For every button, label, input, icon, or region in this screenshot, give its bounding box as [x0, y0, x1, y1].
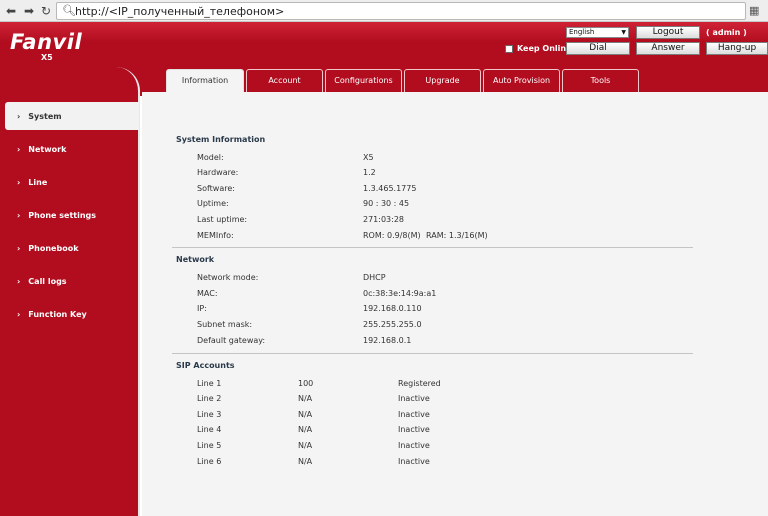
- sip-line: Line 5: [197, 441, 222, 450]
- section-title-system-information: System Information: [176, 135, 266, 144]
- divider: [172, 247, 693, 248]
- tab-upgrade[interactable]: Upgrade: [404, 69, 481, 92]
- info-value: DHCP: [363, 273, 386, 282]
- search-icon: 🔍︎: [62, 4, 76, 17]
- tab-tools[interactable]: Tools: [562, 69, 639, 92]
- info-value: 192.168.0.110: [363, 304, 422, 313]
- logout-button[interactable]: Logout: [636, 26, 700, 39]
- info-label: MAC:: [197, 289, 218, 298]
- sidebar-item-label: Line: [28, 177, 48, 187]
- info-label: Uptime:: [197, 199, 229, 208]
- info-value-rom: ROM: 0.9/8(M): [363, 231, 421, 240]
- sidebar-item-system[interactable]: › System: [5, 102, 139, 130]
- info-label: IP:: [197, 304, 207, 313]
- sip-status: Inactive: [398, 410, 430, 419]
- info-value: 255.255.255.0: [363, 320, 422, 329]
- sidebar-item-phonebook[interactable]: › Phonebook: [0, 234, 138, 262]
- keep-online-label: Keep Online: [517, 44, 572, 53]
- info-value: 0c:38:3e:14:9a:a1: [363, 289, 437, 298]
- info-value: 271:03:28: [363, 215, 405, 224]
- info-value: 90 : 30 : 45: [363, 199, 410, 208]
- chevron-right-icon: ›: [17, 177, 21, 187]
- sidebar-item-line[interactable]: › Line: [0, 168, 138, 196]
- chevron-right-icon: ›: [17, 111, 21, 121]
- url-text: http://<IP_полученный_телефоном>: [75, 5, 285, 18]
- keep-online-checkbox[interactable]: [505, 44, 513, 53]
- sip-status: Inactive: [398, 394, 430, 403]
- info-label: MEMInfo:: [197, 231, 234, 240]
- content-panel: [142, 92, 768, 516]
- info-value: 1.3.465.1775: [363, 184, 417, 193]
- info-value-ram: RAM: 1.3/16(M): [426, 231, 488, 240]
- sidebar-item-label: Network: [28, 144, 67, 154]
- chevron-right-icon: ›: [17, 276, 21, 286]
- chevron-right-icon: ›: [17, 309, 21, 319]
- dial-button[interactable]: Dial: [566, 42, 630, 55]
- sip-line: Line 6: [197, 457, 222, 466]
- sidebar-item-label: Call logs: [28, 276, 67, 286]
- answer-button[interactable]: Answer: [636, 42, 700, 55]
- keep-online-toggle[interactable]: Keep Online: [505, 44, 572, 53]
- chevron-right-icon: ›: [17, 210, 21, 220]
- sip-number: N/A: [298, 441, 313, 450]
- info-label: Default gateway:: [197, 336, 266, 345]
- sip-number: N/A: [298, 410, 313, 419]
- browser-toolbar: ⬅ ➡ ↻ 🔍︎ http://<IP_полученный_телефоном…: [0, 0, 768, 22]
- back-icon[interactable]: ⬅: [4, 4, 18, 18]
- sip-number: N/A: [298, 394, 313, 403]
- sip-line: Line 1: [197, 379, 222, 388]
- sip-status: Inactive: [398, 457, 430, 466]
- sidebar: › System › Network › Line › Phone settin…: [0, 67, 140, 516]
- info-label: Model:: [197, 153, 224, 162]
- sip-status: Inactive: [398, 441, 430, 450]
- sip-number: N/A: [298, 457, 313, 466]
- sidebar-item-label: Function Key: [28, 309, 87, 319]
- brand-logo: Fanvil: [10, 30, 83, 54]
- language-select[interactable]: English ▼: [566, 27, 629, 38]
- info-label: Subnet mask:: [197, 320, 253, 329]
- forward-icon[interactable]: ➡: [22, 4, 36, 18]
- tab-information[interactable]: Information: [166, 69, 244, 92]
- sidebar-item-network[interactable]: › Network: [0, 135, 138, 163]
- page-menu-icon[interactable]: ▦: [749, 4, 763, 18]
- info-label: Hardware:: [197, 168, 239, 177]
- sip-status: Registered: [398, 379, 441, 388]
- section-title-network: Network: [176, 255, 215, 264]
- current-user: ( admin ): [706, 28, 747, 37]
- reload-icon[interactable]: ↻: [39, 4, 53, 18]
- sip-line: Line 3: [197, 410, 222, 419]
- chevron-down-icon: ▼: [621, 29, 626, 36]
- sip-line: Line 4: [197, 425, 222, 434]
- sidebar-item-label: System: [28, 111, 62, 121]
- language-value: English: [569, 28, 595, 36]
- sip-line: Line 2: [197, 394, 222, 403]
- info-label: Network mode:: [197, 273, 259, 282]
- info-value: 1.2: [363, 168, 376, 177]
- tab-configurations[interactable]: Configurations: [325, 69, 402, 92]
- section-title-sip-accounts: SIP Accounts: [176, 361, 235, 370]
- hangup-button[interactable]: Hang-up: [706, 42, 768, 55]
- info-value: X5: [363, 153, 374, 162]
- sidebar-item-phone-settings[interactable]: › Phone settings: [0, 201, 138, 229]
- tab-auto-provision[interactable]: Auto Provision: [483, 69, 560, 92]
- address-bar[interactable]: 🔍︎ http://<IP_полученный_телефоном>: [56, 2, 746, 20]
- info-label: Software:: [197, 184, 235, 193]
- sidebar-item-function-key[interactable]: › Function Key: [0, 300, 138, 328]
- sip-number: N/A: [298, 425, 313, 434]
- sidebar-item-label: Phone settings: [28, 210, 97, 220]
- info-value: 192.168.0.1: [363, 336, 412, 345]
- sip-status: Inactive: [398, 425, 430, 434]
- info-label: Last uptime:: [197, 215, 248, 224]
- chevron-right-icon: ›: [17, 144, 21, 154]
- sidebar-item-call-logs[interactable]: › Call logs: [0, 267, 138, 295]
- sip-number: 100: [298, 379, 314, 388]
- sidebar-item-label: Phonebook: [28, 243, 79, 253]
- model-label: X5: [41, 53, 53, 62]
- divider: [172, 353, 693, 354]
- chevron-right-icon: ›: [17, 243, 21, 253]
- tab-account[interactable]: Account: [246, 69, 323, 92]
